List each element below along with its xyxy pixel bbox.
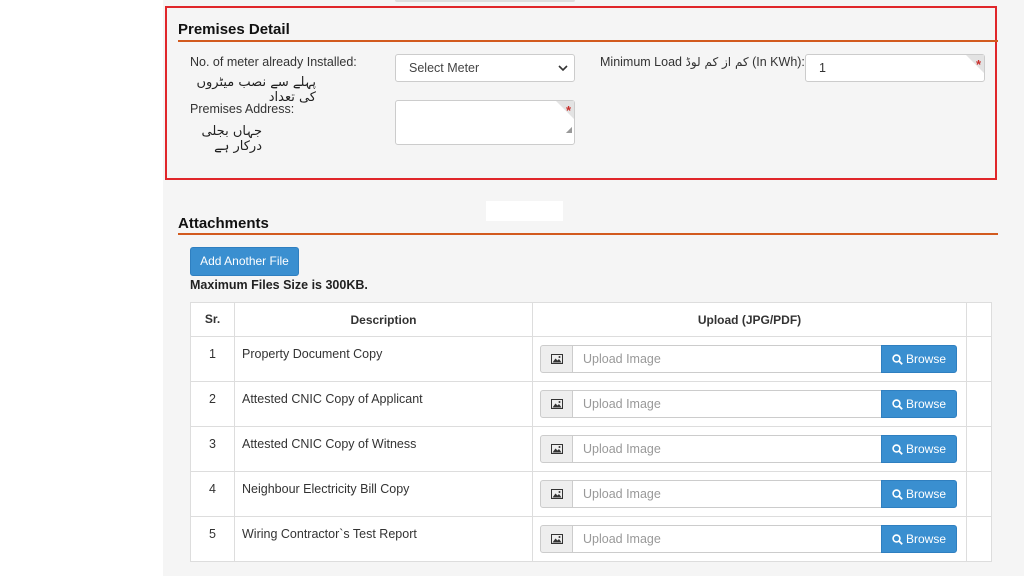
previous-field-edge (395, 0, 575, 2)
attachments-section-title: Attachments (178, 215, 269, 232)
premises-section-title: Premises Detail (178, 21, 290, 38)
sr-cell: 3 (190, 426, 235, 472)
upload-image-field[interactable]: Upload Image (572, 525, 882, 553)
upload-cell: Upload Image Browse (532, 516, 967, 562)
resize-handle-icon[interactable]: ◢ (566, 117, 572, 143)
attachments-section-rule (178, 233, 998, 235)
minimum-load-label-unit: (In KWh): (752, 55, 805, 69)
extra-cell (966, 381, 992, 427)
minimum-load-label-urdu: کم از کم لوڈ (685, 55, 749, 69)
extra-cell (966, 471, 992, 517)
extra-cell (966, 426, 992, 472)
browse-button[interactable]: Browse (881, 525, 957, 553)
premises-address-label-urdu: جہاں بجلی درکار ہے (201, 124, 262, 154)
browse-button[interactable]: Browse (881, 435, 957, 463)
sr-header: Sr. (190, 302, 235, 337)
search-icon (892, 534, 903, 545)
image-icon (540, 525, 573, 553)
upload-cell: Upload Image Browse (532, 336, 967, 382)
upload-input-group: Upload Image Browse (540, 345, 957, 373)
sr-cell: 5 (190, 516, 235, 562)
browse-button[interactable]: Browse (881, 480, 957, 508)
search-icon (892, 489, 903, 500)
table-row: 3 Attested CNIC Copy of Witness Upload Ima… (190, 426, 992, 472)
upload-cell: Upload Image Browse (532, 381, 967, 427)
upload-image-field[interactable]: Upload Image (572, 480, 882, 508)
description-cell: Wiring Contractor`s Test Report (234, 516, 533, 562)
minimum-load-label: Minimum Load کم از کم لوڈ (In KWh): (600, 55, 805, 69)
image-icon (540, 345, 573, 373)
meter-count-label: No. of meter already Installed: (190, 55, 357, 69)
upload-cell: Upload Image Browse (532, 426, 967, 472)
chevron-down-icon (558, 55, 568, 92)
meter-select-value: Select Meter (409, 61, 480, 75)
description-cell: Property Document Copy (234, 336, 533, 382)
required-asterisk: * (975, 57, 981, 72)
add-another-file-button[interactable]: Add Another File (190, 247, 299, 276)
upload-input-group: Upload Image Browse (540, 390, 957, 418)
search-icon (892, 444, 903, 455)
max-file-size-note: Maximum Files Size is 300KB. (190, 278, 368, 292)
browse-label: Browse (906, 352, 947, 366)
upload-input-group: Upload Image Browse (540, 480, 957, 508)
description-cell: Neighbour Electricity Bill Copy (234, 471, 533, 517)
upload-input-group: Upload Image Browse (540, 435, 957, 463)
premises-address-label: Premises Address: (190, 102, 295, 116)
search-icon (892, 399, 903, 410)
upload-image-field[interactable]: Upload Image (572, 435, 882, 463)
meter-select[interactable]: Select Meter (395, 54, 575, 82)
browse-button[interactable]: Browse (881, 390, 957, 418)
meter-count-label-urdu: پہلے سے نصب میٹروں کی تعداد (196, 75, 316, 105)
upload-image-field[interactable]: Upload Image (572, 390, 882, 418)
search-icon (892, 354, 903, 365)
description-header: Description (234, 302, 533, 337)
browse-label: Browse (906, 397, 947, 411)
sr-cell: 4 (190, 471, 235, 517)
blank-panel (486, 201, 563, 221)
table-header-row: Sr. Description Upload (JPG/PDF) (190, 302, 992, 337)
upload-header: Upload (JPG/PDF) (532, 302, 967, 337)
table-row: 5 Wiring Contractor`s Test Report Upload I… (190, 516, 992, 562)
browse-button[interactable]: Browse (881, 345, 957, 373)
image-icon (540, 480, 573, 508)
extra-header (966, 302, 992, 337)
premises-section-rule (178, 40, 998, 42)
minimum-load-value: 1 (819, 61, 826, 75)
upload-cell: Upload Image Browse (532, 471, 967, 517)
description-cell: Attested CNIC Copy of Applicant (234, 381, 533, 427)
upload-input-group: Upload Image Browse (540, 525, 957, 553)
extra-cell (966, 516, 992, 562)
browse-label: Browse (906, 532, 947, 546)
description-cell: Attested CNIC Copy of Witness (234, 426, 533, 472)
minimum-load-input[interactable]: 1 * (805, 54, 985, 82)
extra-cell (966, 336, 992, 382)
upload-image-field[interactable]: Upload Image (572, 345, 882, 373)
attachments-table: Sr. Description Upload (JPG/PDF) 1 Proper… (190, 302, 992, 562)
table-row: 4 Neighbour Electricity Bill Copy Upload I… (190, 471, 992, 517)
image-icon (540, 390, 573, 418)
browse-label: Browse (906, 487, 947, 501)
image-icon (540, 435, 573, 463)
table-row: 2 Attested CNIC Copy of Applicant Upload I… (190, 381, 992, 427)
sr-cell: 2 (190, 381, 235, 427)
sr-cell: 1 (190, 336, 235, 382)
minimum-load-label-text: Minimum Load (600, 55, 682, 69)
browse-label: Browse (906, 442, 947, 456)
premises-address-textarea[interactable]: * ◢ (395, 100, 575, 145)
table-row: 1 Property Document Copy Upload Image Brows… (190, 336, 992, 382)
